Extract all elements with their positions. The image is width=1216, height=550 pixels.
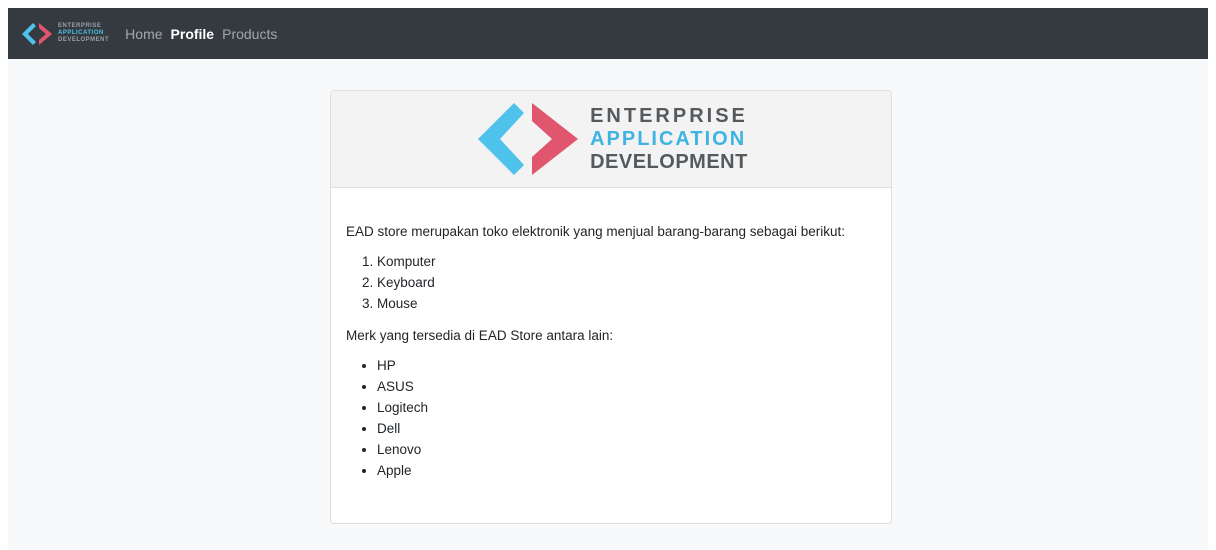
list-item: HP	[377, 355, 876, 376]
product-list: Komputer Keyboard Mouse	[346, 251, 876, 314]
list-item: ASUS	[377, 376, 876, 397]
brand-line-3: DEVELOPMENT	[58, 37, 110, 43]
list-item: Keyboard	[377, 272, 876, 293]
card-header: ENTERPRISE APPLICATION DEVELOPMENT	[331, 91, 891, 188]
brand-logo-icon	[22, 22, 52, 45]
nav-link-home[interactable]: Home	[125, 26, 162, 42]
brands-intro-text: Merk yang tersedia di EAD Store antara l…	[346, 328, 614, 343]
logo-line-1: ENTERPRISE	[590, 104, 748, 127]
navbar-brand[interactable]: ENTERPRISE APPLICATION DEVELOPMENT	[20, 21, 109, 47]
intro-text: EAD store merupakan toko elektronik yang…	[346, 224, 846, 239]
logo-line-2: APPLICATION	[590, 127, 747, 150]
logo-text: ENTERPRISE APPLICATION DEVELOPMENT	[590, 105, 748, 174]
list-item: Mouse	[377, 293, 876, 314]
list-item: Logitech	[377, 397, 876, 418]
ead-logo-icon	[478, 103, 579, 175]
brand-list: HP ASUS Logitech Dell Lenovo Apple	[346, 355, 876, 481]
list-item: Komputer	[377, 251, 876, 272]
card-body: EAD store merupakan toko elektronik yang…	[331, 188, 891, 481]
logo-line-3: DEVELOPMENT	[590, 150, 748, 173]
brand-text: ENTERPRISE APPLICATION DEVELOPMENT	[58, 23, 109, 44]
nav-links: Home Profile Products	[125, 26, 285, 42]
brand-line-2: APPLICATION	[58, 30, 104, 36]
brand-line-1: ENTERPRISE	[58, 23, 102, 29]
navbar: ENTERPRISE APPLICATION DEVELOPMENT Home …	[8, 8, 1208, 59]
list-item: Lenovo	[377, 439, 876, 460]
list-item: Apple	[377, 460, 876, 481]
page-background: ENTERPRISE APPLICATION DEVELOPMENT Home …	[8, 8, 1208, 550]
profile-card: ENTERPRISE APPLICATION DEVELOPMENT EAD s…	[330, 90, 892, 524]
nav-link-products[interactable]: Products	[222, 26, 277, 42]
list-item: Dell	[377, 418, 876, 439]
nav-link-profile[interactable]: Profile	[171, 26, 215, 42]
